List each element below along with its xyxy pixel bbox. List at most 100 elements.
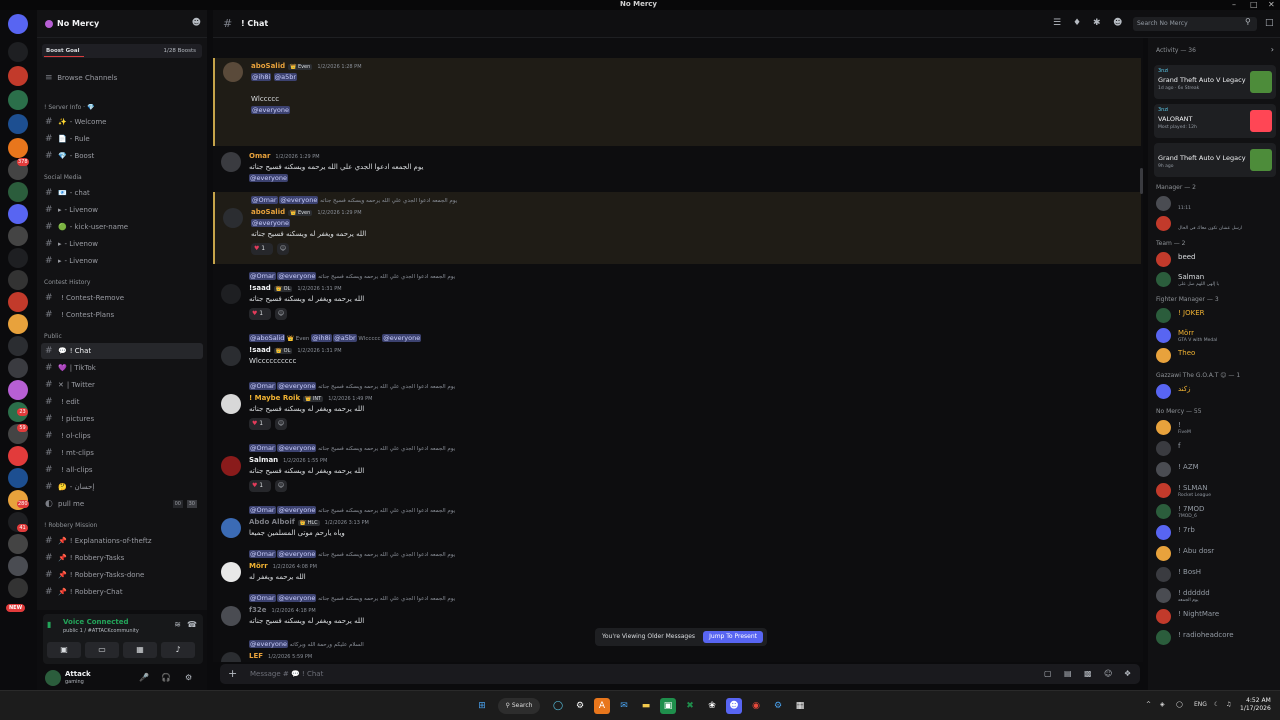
message[interactable]: aboSalid 👑 Even 1/2/2026 1:28 PM @ih8i @a5b… — [213, 58, 1141, 146]
add-reaction-icon[interactable]: ☺ — [275, 308, 287, 320]
message-author[interactable]: LEF 1/2/2026 5:59 PM — [249, 652, 312, 660]
taskbar-search[interactable]: ⚲ Search — [498, 698, 540, 714]
member-row[interactable]: ! dddddd يوم الجمعه — [1156, 586, 1278, 606]
mention[interactable]: @aboSalid — [249, 334, 286, 342]
close-icon[interactable]: ✕ — [1268, 0, 1275, 9]
avatar[interactable] — [1156, 483, 1171, 498]
channel-social[interactable]: # 📧 - chat — [41, 185, 203, 201]
message-author[interactable]: !saad 👑 OL 1/2/2026 1:31 PM — [249, 284, 342, 292]
disconnect-icon[interactable]: ☎ — [187, 620, 197, 629]
message-author[interactable]: ! Maybe Roik 👑 INT 1/2/2026 1:49 PM — [249, 394, 372, 402]
maximize-icon[interactable]: □ — [1250, 0, 1258, 9]
avatar[interactable] — [1156, 420, 1171, 435]
avatar[interactable] — [1156, 441, 1171, 456]
avatar[interactable] — [1156, 462, 1171, 477]
mention[interactable]: @Omar — [249, 594, 276, 602]
avatar[interactable] — [45, 670, 61, 686]
author-name[interactable]: Mörr — [249, 562, 268, 570]
member-row[interactable]: ! BosH — [1156, 565, 1278, 585]
gear-icon[interactable]: ⚙ — [185, 673, 192, 682]
reply-preview[interactable]: @Omar @everyone يوم الجمعه ادعوا الجدي ع… — [249, 594, 455, 602]
app-icon[interactable]: ❀ — [704, 698, 720, 714]
gif-icon[interactable]: ▤ — [1064, 669, 1072, 678]
avatar[interactable] — [1156, 384, 1171, 399]
category-social-media[interactable]: Social Media — [44, 174, 82, 181]
tray-icon[interactable]: ◯ — [1176, 701, 1183, 708]
avatar[interactable] — [221, 652, 241, 662]
inbox-icon[interactable]: □ — [1265, 18, 1274, 28]
channel-robbery[interactable]: # 📌! Robbery-Tasks — [41, 550, 203, 566]
member-row[interactable]: ! FiveM — [1156, 418, 1278, 438]
tray-icon[interactable]: ◈ — [1160, 701, 1165, 708]
server-icon[interactable] — [8, 182, 28, 202]
server-icon[interactable] — [8, 138, 28, 158]
reply-preview[interactable]: @Omar @everyone يوم الجمعه ادعوا الجدي ع… — [249, 506, 455, 514]
server-icon[interactable] — [8, 534, 28, 554]
message[interactable]: @Omar @everyone يوم الجمعه ادعوا الجدي ع… — [213, 502, 1141, 542]
member-row[interactable]: Salman يا إلهي اللهم صل على — [1156, 270, 1278, 290]
author-name[interactable]: aboSalid — [251, 62, 285, 70]
message-composer[interactable]: + Message # 💬 ! Chat ▢ ▤ ▩ ☺ ❖ — [220, 664, 1140, 684]
member-row[interactable]: ! AZM — [1156, 460, 1278, 480]
avatar[interactable] — [1156, 525, 1171, 540]
tray-chevron-icon[interactable]: ^ — [1146, 701, 1151, 708]
mention[interactable]: @Omar — [251, 196, 278, 204]
apps-icon[interactable]: ❖ — [1124, 669, 1131, 678]
add-reaction-icon[interactable]: ☺ — [275, 480, 287, 492]
voice-channel-pull-me[interactable]: ◐ pull me 00 30 — [41, 496, 203, 512]
channel-public[interactable]: # 🤔 - إحسان — [41, 479, 203, 495]
screen-share-button[interactable]: ▭ — [85, 642, 119, 658]
avatar[interactable] — [1156, 252, 1171, 267]
author-name[interactable]: LEF — [249, 652, 263, 660]
reply-preview[interactable]: @Omar @everyone يوم الجمعه ادعوا الجدي ع… — [249, 550, 455, 558]
channel-info[interactable]: # 📄 - Rule — [41, 131, 203, 147]
server-icon[interactable] — [8, 114, 28, 134]
member-row[interactable]: beed — [1156, 250, 1278, 270]
emoji-icon[interactable]: ☺ — [1104, 669, 1112, 678]
reaction-heart[interactable]: ♥ 1 — [249, 418, 271, 430]
message-author[interactable]: f32e 1/2/2026 4:18 PM — [249, 606, 316, 614]
members-icon[interactable]: ☻ — [1113, 18, 1122, 28]
steam-icon[interactable]: ⚙ — [770, 698, 786, 714]
reaction-heart[interactable]: ♥ 1 — [249, 308, 271, 320]
boost-goal[interactable]: Boost Goal 1/28 Boosts — [42, 44, 202, 58]
member-row[interactable]: Mörr GTA V with Medal — [1156, 326, 1278, 346]
sticker-icon[interactable]: ▩ — [1084, 669, 1092, 678]
voice-channel[interactable]: public 1 / #ATTACKcommunity — [63, 628, 139, 634]
member-row[interactable]: f — [1156, 439, 1278, 459]
author-name[interactable]: Salman — [249, 456, 278, 464]
activity-card[interactable]: 3nzi VALORANT Most played: 12h — [1154, 104, 1276, 138]
avatar[interactable] — [221, 346, 241, 366]
server-icon[interactable] — [8, 380, 28, 400]
avatar[interactable] — [221, 606, 241, 626]
server-icon[interactable] — [8, 358, 28, 378]
server-icon[interactable] — [8, 14, 28, 34]
volume-icon[interactable]: ♫ — [1226, 701, 1231, 708]
author-name[interactable]: Omar — [249, 152, 270, 160]
mention[interactable]: @everyone — [249, 174, 288, 182]
category-public[interactable]: Public — [44, 333, 62, 340]
message-author[interactable]: Abdo Alboif 👑 HLC 1/2/2026 3:13 PM — [249, 518, 369, 526]
channel-social[interactable]: # 🟢 - kick-user-name — [41, 219, 203, 235]
server-icon[interactable] — [8, 42, 28, 62]
reply-preview[interactable]: @Omar @everyone يوم الجمعه ادعوا الجدي ع… — [251, 196, 457, 204]
reply-preview[interactable]: @Omar @everyone يوم الجمعه ادعوا الجدي ع… — [249, 382, 455, 390]
author-name[interactable]: Abdo Alboif — [249, 518, 295, 526]
channel-info[interactable]: # 💎 - Boost — [41, 148, 203, 164]
member-row[interactable]: ! JOKER — [1156, 306, 1278, 326]
message[interactable]: @Omar @everyone يوم الجمعه ادعوا الجدي ع… — [213, 590, 1141, 630]
camera-button[interactable]: ▣ — [47, 642, 81, 658]
avatar[interactable] — [1156, 609, 1171, 624]
member-row[interactable]: زكند — [1156, 382, 1278, 402]
mention[interactable]: @everyone — [249, 640, 288, 648]
channel-info[interactable]: # ✨ - Welcome — [41, 114, 203, 130]
channel-public[interactable]: # ! mt-clips — [41, 445, 203, 461]
voice-status[interactable]: Voice Connected — [63, 618, 129, 626]
channel-contest[interactable]: # ! Contest-Plans — [41, 307, 203, 323]
message-author[interactable]: Mörr 1/2/2026 4:08 PM — [249, 562, 317, 570]
server-icon[interactable] — [8, 226, 28, 246]
server-icon[interactable] — [8, 468, 28, 488]
mic-icon[interactable]: 🎤 — [139, 673, 149, 682]
system-clock[interactable]: 4:52 AM 1/17/2026 — [1240, 697, 1271, 713]
member-row[interactable]: ! 7rb — [1156, 523, 1278, 543]
